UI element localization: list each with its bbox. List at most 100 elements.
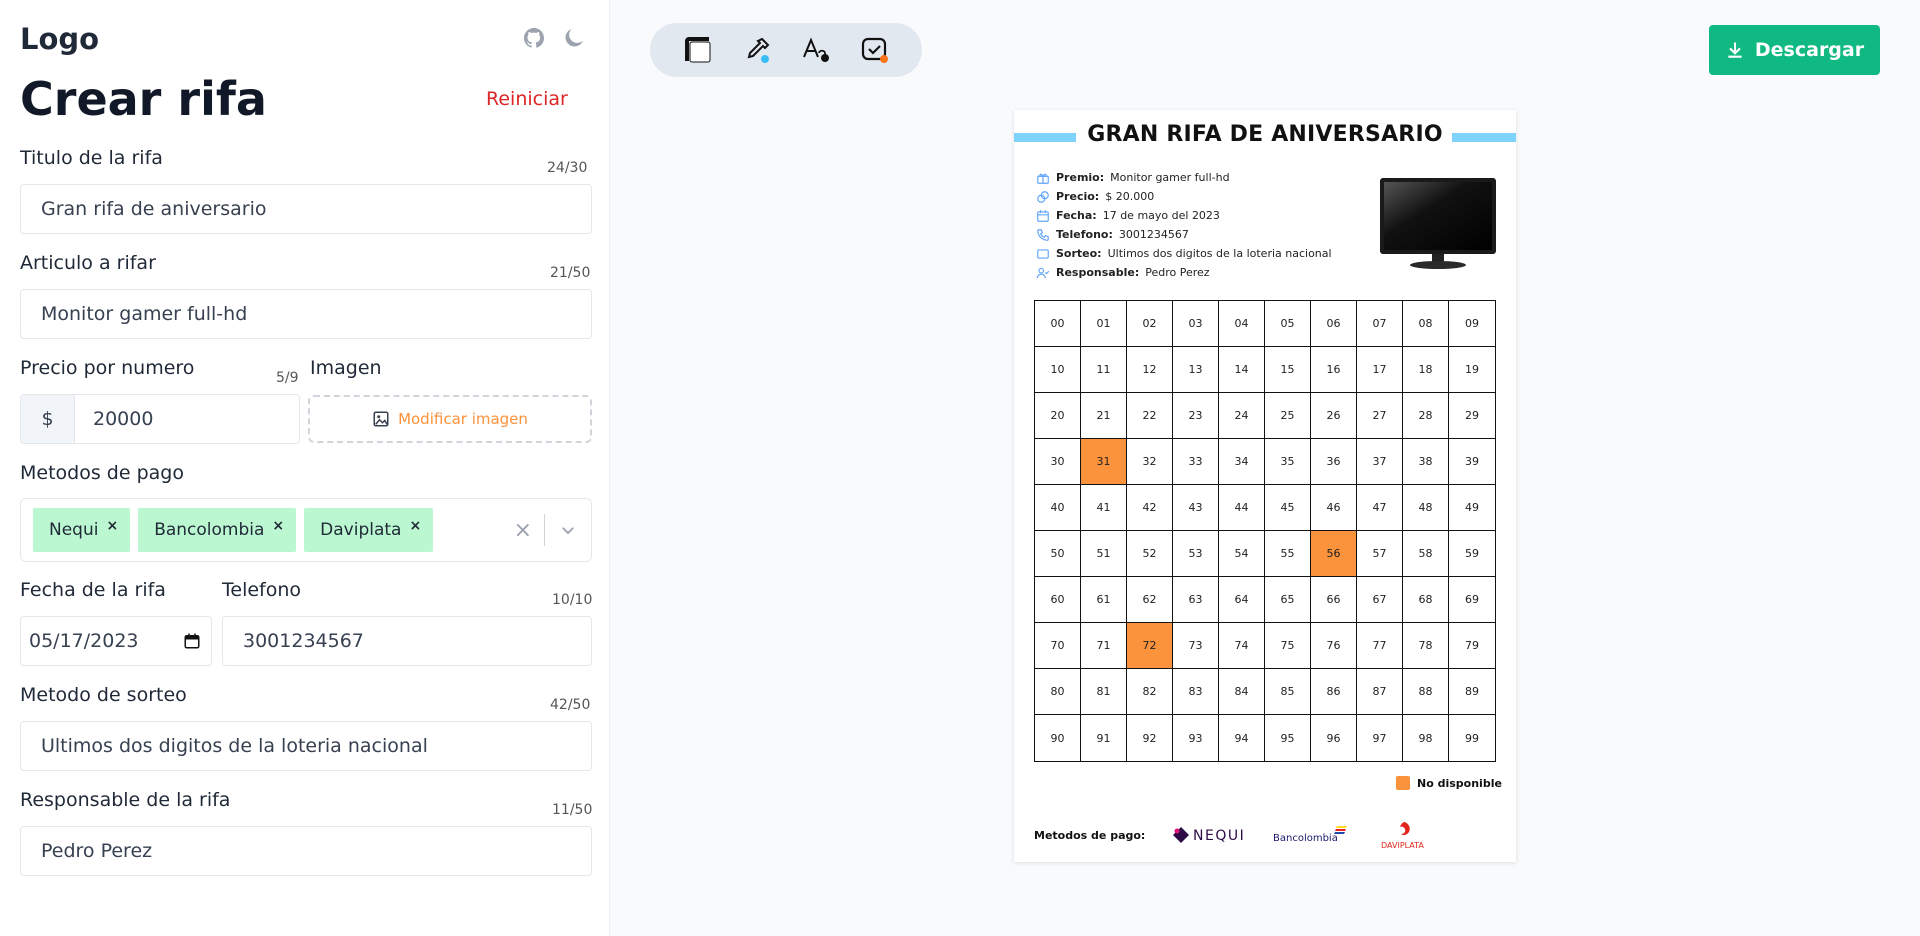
remove-chip-icon[interactable]: × xyxy=(106,518,118,534)
number-cell[interactable]: 46 xyxy=(1311,485,1357,531)
number-cell[interactable]: 92 xyxy=(1127,715,1173,761)
number-cell[interactable]: 13 xyxy=(1173,347,1219,393)
number-cell[interactable]: 39 xyxy=(1449,439,1495,485)
check-badge-icon[interactable] xyxy=(857,32,893,68)
number-cell[interactable]: 42 xyxy=(1127,485,1173,531)
number-cell[interactable]: 79 xyxy=(1449,623,1495,669)
number-cell[interactable]: 61 xyxy=(1081,577,1127,623)
number-cell[interactable]: 11 xyxy=(1081,347,1127,393)
number-cell[interactable]: 44 xyxy=(1219,485,1265,531)
price-input[interactable]: 20000 xyxy=(75,395,299,443)
number-cell[interactable]: 06 xyxy=(1311,301,1357,347)
number-cell[interactable]: 87 xyxy=(1357,669,1403,715)
number-cell[interactable]: 19 xyxy=(1449,347,1495,393)
number-cell[interactable]: 65 xyxy=(1265,577,1311,623)
number-cell[interactable]: 66 xyxy=(1311,577,1357,623)
number-cell[interactable]: 04 xyxy=(1219,301,1265,347)
number-cell[interactable]: 32 xyxy=(1127,439,1173,485)
number-cell-unavailable[interactable]: 56 xyxy=(1311,531,1357,577)
number-cell[interactable]: 83 xyxy=(1173,669,1219,715)
number-cell[interactable]: 30 xyxy=(1035,439,1081,485)
number-cell[interactable]: 38 xyxy=(1403,439,1449,485)
number-cell[interactable]: 33 xyxy=(1173,439,1219,485)
number-cell[interactable]: 62 xyxy=(1127,577,1173,623)
number-cell[interactable]: 15 xyxy=(1265,347,1311,393)
number-cell[interactable]: 85 xyxy=(1265,669,1311,715)
number-cell[interactable]: 84 xyxy=(1219,669,1265,715)
number-cell[interactable]: 48 xyxy=(1403,485,1449,531)
number-cell[interactable]: 17 xyxy=(1357,347,1403,393)
github-icon[interactable] xyxy=(522,26,546,50)
number-cell[interactable]: 55 xyxy=(1265,531,1311,577)
number-cell[interactable]: 77 xyxy=(1357,623,1403,669)
responsible-input[interactable]: Pedro Perez xyxy=(20,826,592,876)
modify-image-button[interactable]: Modificar imagen xyxy=(308,395,592,443)
number-cell[interactable]: 21 xyxy=(1081,393,1127,439)
article-input[interactable]: Monitor gamer full-hd xyxy=(20,289,592,339)
number-cell[interactable]: 57 xyxy=(1357,531,1403,577)
number-cell[interactable]: 00 xyxy=(1035,301,1081,347)
number-cell[interactable]: 23 xyxy=(1173,393,1219,439)
number-cell[interactable]: 90 xyxy=(1035,715,1081,761)
number-cell[interactable]: 22 xyxy=(1127,393,1173,439)
number-cell[interactable]: 75 xyxy=(1265,623,1311,669)
number-cell[interactable]: 34 xyxy=(1219,439,1265,485)
number-cell[interactable]: 29 xyxy=(1449,393,1495,439)
number-cell[interactable]: 89 xyxy=(1449,669,1495,715)
number-cell[interactable]: 16 xyxy=(1311,347,1357,393)
number-cell[interactable]: 01 xyxy=(1081,301,1127,347)
moon-icon[interactable] xyxy=(562,26,586,50)
number-cell[interactable]: 80 xyxy=(1035,669,1081,715)
number-cell[interactable]: 50 xyxy=(1035,531,1081,577)
number-cell[interactable]: 67 xyxy=(1357,577,1403,623)
number-cell[interactable]: 37 xyxy=(1357,439,1403,485)
number-cell[interactable]: 91 xyxy=(1081,715,1127,761)
payment-methods-select[interactable]: Nequi × Bancolombia × Daviplata × × xyxy=(20,498,592,562)
number-cell[interactable]: 20 xyxy=(1035,393,1081,439)
number-cell-unavailable[interactable]: 72 xyxy=(1127,623,1173,669)
download-button[interactable]: Descargar xyxy=(1709,25,1880,75)
number-cell[interactable]: 59 xyxy=(1449,531,1495,577)
number-cell[interactable]: 08 xyxy=(1403,301,1449,347)
number-cell-unavailable[interactable]: 31 xyxy=(1081,439,1127,485)
number-cell[interactable]: 51 xyxy=(1081,531,1127,577)
number-cell[interactable]: 71 xyxy=(1081,623,1127,669)
number-cell[interactable]: 41 xyxy=(1081,485,1127,531)
phone-input[interactable]: 3001234567 xyxy=(222,616,592,666)
number-cell[interactable]: 54 xyxy=(1219,531,1265,577)
number-cell[interactable]: 12 xyxy=(1127,347,1173,393)
number-cell[interactable]: 24 xyxy=(1219,393,1265,439)
calendar-picker-icon[interactable] xyxy=(183,632,201,650)
number-cell[interactable]: 63 xyxy=(1173,577,1219,623)
number-cell[interactable]: 95 xyxy=(1265,715,1311,761)
number-cell[interactable]: 43 xyxy=(1173,485,1219,531)
number-cell[interactable]: 05 xyxy=(1265,301,1311,347)
number-cell[interactable]: 97 xyxy=(1357,715,1403,761)
number-cell[interactable]: 86 xyxy=(1311,669,1357,715)
number-cell[interactable]: 53 xyxy=(1173,531,1219,577)
number-cell[interactable]: 94 xyxy=(1219,715,1265,761)
remove-chip-icon[interactable]: × xyxy=(409,518,421,534)
number-cell[interactable]: 35 xyxy=(1265,439,1311,485)
number-cell[interactable]: 82 xyxy=(1127,669,1173,715)
number-cell[interactable]: 81 xyxy=(1081,669,1127,715)
number-cell[interactable]: 36 xyxy=(1311,439,1357,485)
number-cell[interactable]: 76 xyxy=(1311,623,1357,669)
number-cell[interactable]: 18 xyxy=(1403,347,1449,393)
number-cell[interactable]: 60 xyxy=(1035,577,1081,623)
number-cell[interactable]: 40 xyxy=(1035,485,1081,531)
number-cell[interactable]: 25 xyxy=(1265,393,1311,439)
number-cell[interactable]: 09 xyxy=(1449,301,1495,347)
number-cell[interactable]: 07 xyxy=(1357,301,1403,347)
number-cell[interactable]: 73 xyxy=(1173,623,1219,669)
number-cell[interactable]: 93 xyxy=(1173,715,1219,761)
layout-icon[interactable] xyxy=(680,32,716,68)
number-cell[interactable]: 78 xyxy=(1403,623,1449,669)
font-icon[interactable] xyxy=(798,32,834,68)
number-cell[interactable]: 70 xyxy=(1035,623,1081,669)
number-cell[interactable]: 45 xyxy=(1265,485,1311,531)
clear-all-icon[interactable]: × xyxy=(502,518,544,543)
number-cell[interactable]: 58 xyxy=(1403,531,1449,577)
raffle-title-input[interactable]: Gran rifa de aniversario xyxy=(20,184,592,234)
remove-chip-icon[interactable]: × xyxy=(272,518,284,534)
